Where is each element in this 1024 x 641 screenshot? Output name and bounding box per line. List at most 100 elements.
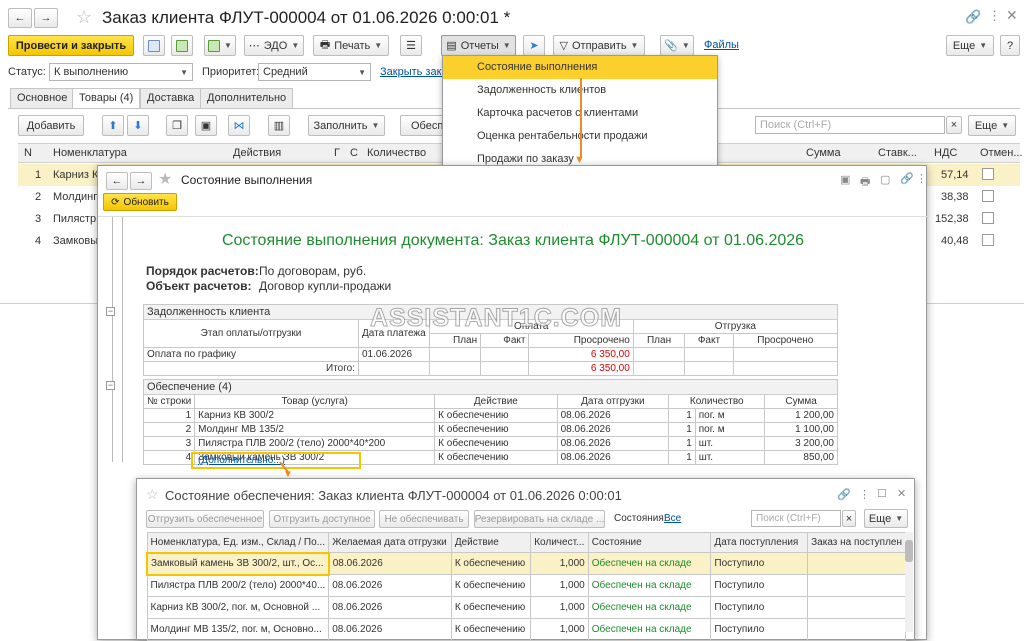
- tab-delivery[interactable]: Доставка: [140, 88, 202, 108]
- create-based-button[interactable]: ▼: [204, 35, 236, 56]
- col-quantity[interactable]: Количест...: [530, 532, 589, 553]
- status-select[interactable]: К выполнению ▼: [49, 63, 193, 81]
- arrow-down-icon: ⬇: [133, 120, 143, 132]
- preview-icon[interactable]: ▢: [880, 173, 890, 186]
- tab-goods[interactable]: Товары (4): [72, 88, 141, 109]
- fill-button[interactable]: Заполнить ▼: [308, 115, 385, 136]
- close-icon[interactable]: ✕: [1006, 7, 1018, 24]
- col-state[interactable]: Состояние: [587, 532, 712, 553]
- additional-link[interactable]: (Дополнительно...): [198, 455, 285, 466]
- barcode-button[interactable]: ▥: [268, 115, 290, 136]
- table-row[interactable]: Пилястра ПЛВ 200/2 (тело) 2000*40... 08.0…: [146, 574, 906, 597]
- link-icon[interactable]: 🔗: [965, 9, 981, 25]
- favorite-star-icon[interactable]: ☆: [76, 7, 92, 28]
- post-and-close-button[interactable]: Провести и закрыть: [8, 35, 134, 56]
- save-icon[interactable]: ▣: [840, 173, 850, 186]
- priority-select[interactable]: Средний ▼: [258, 63, 371, 81]
- print-button[interactable]: 🖶 Печать ▼: [313, 35, 389, 56]
- collapse-supply-icon[interactable]: −: [106, 381, 115, 390]
- post-button[interactable]: [171, 35, 193, 56]
- reports-icon: ▤: [446, 40, 457, 52]
- link-icon[interactable]: 🔗: [900, 172, 914, 185]
- supply-cell: 1: [668, 422, 696, 437]
- maximize-icon[interactable]: ☐: [877, 487, 887, 500]
- copy-button[interactable]: ❐: [166, 115, 188, 136]
- col-sum[interactable]: Сумма: [806, 147, 841, 159]
- col-p[interactable]: Г: [334, 147, 340, 159]
- report-star-icon[interactable]: ★: [158, 169, 172, 189]
- close-icon[interactable]: ✕: [897, 487, 906, 500]
- cancel-checkbox[interactable]: [982, 234, 994, 246]
- col-desired-date[interactable]: Желаемая дата отгрузки: [328, 532, 452, 553]
- files-link[interactable]: Файлы: [704, 39, 739, 51]
- send-button[interactable]: ▽ Отправить ▼: [553, 35, 645, 56]
- col-vat[interactable]: НДС: [934, 147, 957, 159]
- col-receipt-date[interactable]: Дата поступления: [710, 532, 809, 553]
- close-order-link[interactable]: Закрыть зака: [380, 66, 448, 78]
- goods-search-clear-button[interactable]: ×: [946, 116, 962, 134]
- forward-button[interactable]: →: [34, 8, 58, 28]
- add-row-button[interactable]: Добавить: [18, 115, 84, 136]
- col-quantity[interactable]: Количество: [367, 147, 426, 159]
- more-button[interactable]: Еще ▼: [946, 35, 994, 56]
- supply-star-icon[interactable]: ☆: [146, 486, 159, 503]
- refresh-button[interactable]: ⟳ Обновить: [103, 193, 177, 211]
- provide-button[interactable]: Обесп: [400, 115, 444, 136]
- supply-cell: Молдинг МВ 135/2: [194, 422, 436, 437]
- col-receipt-order[interactable]: Заказ на поступлен: [807, 532, 906, 553]
- table-row[interactable]: Карниз КВ 300/2, пог. м, Основной ... 08.…: [146, 596, 906, 619]
- cancel-checkbox[interactable]: [982, 212, 994, 224]
- col-action[interactable]: Действие: [450, 532, 532, 553]
- split-button[interactable]: ⋈: [228, 115, 250, 136]
- journal-icon: ☰: [406, 40, 416, 52]
- col-nomenclature[interactable]: Номенклатура: [53, 147, 127, 159]
- paste-button[interactable]: ▣: [195, 115, 217, 136]
- reports-button[interactable]: ▤ Отчеты ▼: [441, 35, 516, 56]
- col-nomenclature[interactable]: Номенклатура, Ед. изм., Склад / По...: [146, 532, 330, 553]
- table-row[interactable]: Молдинг МВ 135/2, пог. м, Основно... 08.0…: [146, 618, 906, 641]
- save-button[interactable]: [143, 35, 165, 56]
- report-forward-button[interactable]: →: [130, 172, 152, 190]
- table-cell: Поступило: [710, 618, 809, 641]
- help-button[interactable]: ?: [1000, 35, 1020, 56]
- printer-icon[interactable]: 🖶: [860, 173, 870, 192]
- link-icon[interactable]: 🔗: [837, 488, 851, 501]
- tab-additional[interactable]: Дополнительно: [200, 88, 294, 108]
- goods-search-input[interactable]: Поиск (Ctrl+F): [755, 116, 945, 134]
- journal-button[interactable]: ☰: [400, 35, 422, 56]
- do-not-provide-button[interactable]: Не обеспечивать: [379, 510, 469, 528]
- menu-item-execution-status[interactable]: Состояние выполнения: [443, 56, 717, 79]
- col-cancel[interactable]: Отмен...: [980, 147, 1023, 159]
- supply-search-input[interactable]: Поиск (Ctrl+F): [751, 510, 841, 527]
- col-rate[interactable]: Ставк...: [878, 147, 917, 159]
- reserve-in-warehouse-button[interactable]: Резервировать на складе ...: [474, 510, 605, 528]
- cancel-checkbox[interactable]: [982, 190, 994, 202]
- row-vat: 57,14: [941, 169, 969, 181]
- flag-button[interactable]: ➤: [523, 35, 545, 56]
- move-down-button[interactable]: ⬇: [127, 115, 149, 136]
- col-n[interactable]: N: [24, 147, 32, 159]
- move-up-button[interactable]: ⬆: [102, 115, 124, 136]
- back-button[interactable]: ←: [8, 8, 32, 28]
- menu-dots-icon[interactable]: ⋮: [988, 8, 1001, 24]
- arrow-up-icon: ⬆: [108, 120, 118, 132]
- cancel-checkbox[interactable]: [982, 168, 994, 180]
- col-s[interactable]: С: [350, 147, 358, 159]
- scrollbar[interactable]: [905, 532, 913, 632]
- tab-main[interactable]: Основное: [10, 88, 75, 108]
- menu-dots-icon[interactable]: ⋮: [859, 488, 870, 501]
- col-actions[interactable]: Действия: [233, 147, 281, 159]
- scrollbar-thumb[interactable]: [905, 540, 913, 562]
- supply-search-clear-button[interactable]: ×: [842, 510, 856, 527]
- menu-dots-icon[interactable]: ⋮: [916, 172, 927, 185]
- report-back-button[interactable]: ←: [106, 172, 128, 190]
- edo-button[interactable]: ⋯ ЭДО ▼: [244, 35, 304, 56]
- table-row[interactable]: Замковый камень ЗВ 300/2, шт., Ос... 08.0…: [146, 551, 906, 576]
- attach-button[interactable]: 📎 ▼: [660, 35, 694, 56]
- goods-more-button[interactable]: Еще ▼: [968, 115, 1016, 136]
- ship-available-button[interactable]: Отгрузить доступное: [269, 510, 375, 528]
- state-all-link[interactable]: Все: [664, 513, 681, 524]
- ship-provided-button[interactable]: Отгрузить обеспеченное: [146, 510, 264, 528]
- supply-more-button[interactable]: Еще ▼: [864, 509, 908, 528]
- collapse-debt-icon[interactable]: −: [106, 307, 115, 316]
